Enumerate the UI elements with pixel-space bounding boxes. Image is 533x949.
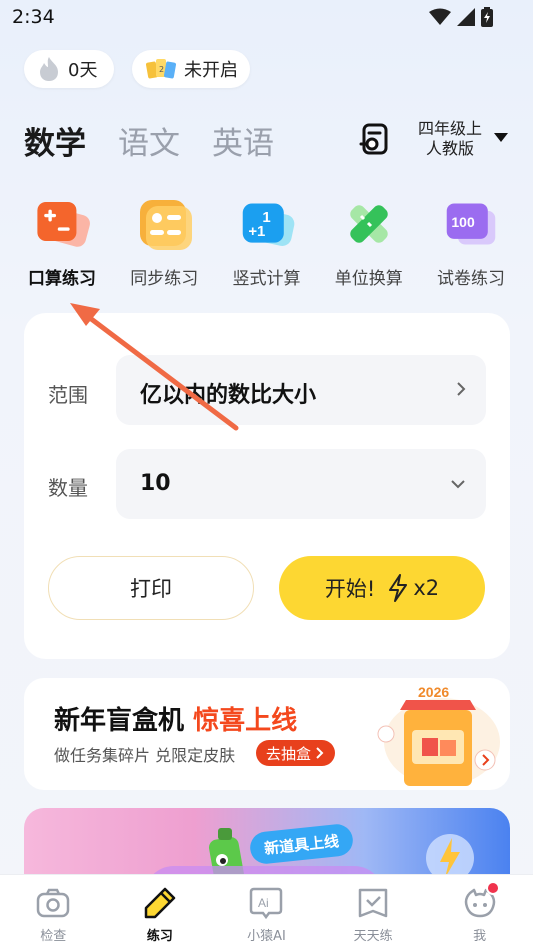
feature-sync-practice[interactable]: 同步练习 (116, 196, 212, 289)
feature-label: 竖式计算 (232, 269, 301, 289)
feature-exam-practice[interactable]: 100 试卷练习 (423, 196, 519, 289)
nav-profile[interactable]: 我 (426, 875, 533, 949)
flame-icon (38, 56, 60, 82)
nav-check[interactable]: 检查 (0, 875, 107, 949)
tab-chinese[interactable]: 语文 (118, 118, 180, 163)
svg-text:2: 2 (159, 65, 164, 74)
print-button[interactable]: 打印 (48, 556, 254, 620)
vertical-calc-icon: 1 +1 (239, 196, 295, 252)
feature-label: 同步练习 (130, 269, 199, 289)
svg-text:Ai: Ai (258, 896, 269, 910)
feature-unit-conversion[interactable]: 单位换算 (321, 196, 417, 289)
status-icons (429, 7, 493, 27)
svg-text:100: 100 (451, 214, 475, 230)
banner-title-main: 新年盲盒机 (54, 706, 185, 736)
tab-math[interactable]: 数学 (24, 118, 86, 163)
bottom-nav: 检查 练习 Ai 小猿AI 天天练 我 (0, 874, 533, 949)
streak-pill[interactable]: 0天 (24, 50, 114, 88)
start-button[interactable]: 开始! x2 (279, 556, 485, 620)
range-value: 亿以内的数比大小 (140, 383, 317, 408)
banner-title: 新年盲盒机 惊喜上线 (54, 700, 297, 737)
nav-daily[interactable]: 天天练 (320, 875, 427, 949)
daily-check-icon (355, 885, 391, 921)
range-selector[interactable]: 亿以内的数比大小 (116, 355, 486, 425)
textbook-edition: 人教版 (426, 139, 475, 158)
chevron-down-icon (451, 480, 465, 489)
activity-status: 未开启 (184, 60, 238, 81)
sync-practice-icon (136, 196, 193, 252)
grade-level: 四年级上 (418, 119, 483, 138)
feature-vertical-calc[interactable]: 1 +1 竖式计算 (219, 196, 315, 289)
ai-chat-icon: Ai (248, 885, 284, 921)
feature-row: 口算练习 同步练习 1 +1 竖式计算 单位换算 100 试卷练习 (14, 196, 519, 289)
camera-icon (35, 885, 71, 921)
nav-label: 天天练 (353, 929, 393, 944)
pencil-icon (142, 885, 178, 921)
chevron-right-icon (316, 747, 324, 759)
nav-ai[interactable]: Ai 小猿AI (213, 875, 320, 949)
draw-box-button[interactable]: 去抽盒 (256, 740, 336, 766)
activity-pill[interactable]: 2 未开启 (132, 50, 250, 88)
grade-selector[interactable]: 四年级上 人教版 (418, 119, 482, 159)
textbook-icon[interactable] (358, 122, 392, 156)
battery-icon (481, 7, 493, 27)
signal-icon (457, 8, 475, 26)
chevron-right-icon (457, 382, 466, 396)
nav-label: 检查 (40, 929, 67, 944)
feature-label: 单位换算 (334, 269, 403, 289)
range-label: 范围 (48, 383, 88, 407)
notification-dot (485, 881, 500, 895)
streak-days: 0天 (68, 60, 98, 81)
nav-label: 练习 (146, 929, 173, 944)
exam-paper-icon: 100 (443, 196, 499, 252)
feature-oral-calc[interactable]: 口算练习 (14, 196, 110, 289)
draw-box-label: 去抽盒 (266, 744, 312, 763)
multiplier: x2 (413, 576, 440, 600)
lightning-icon (387, 574, 409, 602)
count-selector[interactable]: 10 (116, 449, 486, 519)
ruler-icon (341, 196, 397, 252)
cards-icon: 2 (146, 57, 176, 81)
start-label: 开始! (324, 577, 376, 601)
svg-text:+1: +1 (248, 223, 265, 240)
caret-down-icon[interactable] (494, 133, 508, 142)
new-items-tag: 新道具上线 (248, 822, 355, 866)
feature-label: 口算练习 (28, 269, 96, 289)
calculator-icon (34, 196, 90, 252)
blind-box-banner[interactable]: 新年盲盒机 惊喜上线 做任务集碎片 兑限定皮肤 去抽盒 2026 (24, 678, 510, 790)
practice-card: 范围 亿以内的数比大小 数量 10 打印 开始! x2 (24, 313, 510, 659)
banner-subtitle: 做任务集碎片 兑限定皮肤 (54, 746, 236, 765)
count-label: 数量 (48, 476, 88, 500)
print-label: 打印 (130, 577, 172, 601)
banner-year: 2026 (418, 684, 449, 700)
status-time: 2:34 (12, 6, 55, 28)
feature-label: 试卷练习 (437, 269, 505, 289)
subject-tabs: 数学 语文 英语 (24, 118, 274, 163)
nav-label: 我 (473, 929, 487, 944)
count-value: 10 (140, 471, 171, 496)
banner-title-highlight: 惊喜上线 (193, 706, 298, 736)
blind-box-machine-illustration: 2026 (377, 684, 500, 786)
tab-english[interactable]: 英语 (212, 118, 274, 163)
profile-icon (462, 881, 500, 921)
nav-practice[interactable]: 练习 (107, 875, 214, 949)
wifi-icon (429, 8, 451, 25)
nav-label: 小猿AI (247, 929, 286, 944)
status-bar: 2:34 (0, 0, 533, 36)
